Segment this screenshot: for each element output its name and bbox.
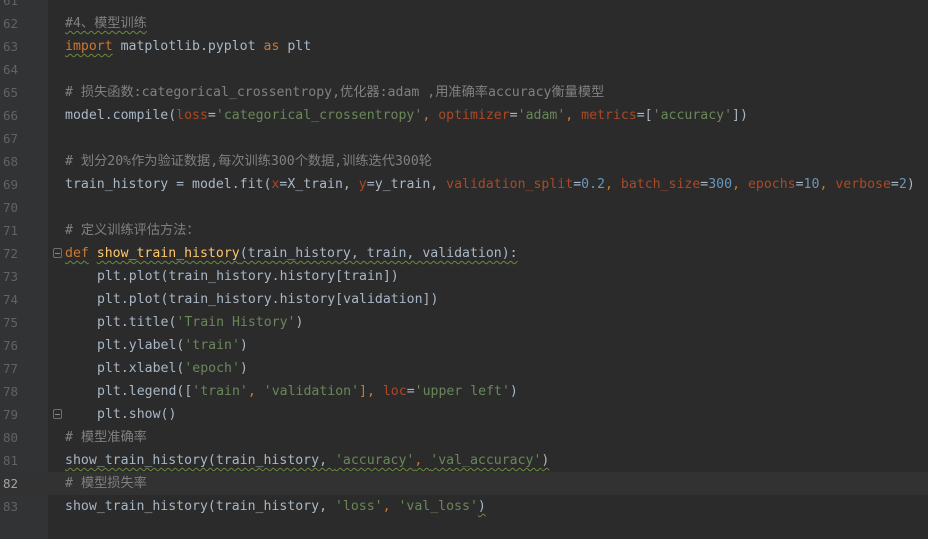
code-line[interactable]: 69 train_history = model.fit(x=X_train, … <box>0 173 928 196</box>
code-text: plt.legend(['train', 'validation'], loc=… <box>97 384 518 399</box>
code-line[interactable]: 74 plt.plot(train_history.history[valida… <box>0 288 928 311</box>
code-text: # 模型准确率 <box>65 430 147 445</box>
line-number: 82 <box>2 476 18 491</box>
line-number: 79 <box>2 407 18 422</box>
line-number: 70 <box>2 200 18 215</box>
code-line[interactable]: 67 <box>0 127 928 150</box>
line-number: 73 <box>2 269 18 284</box>
code-text: plt.plot(train_history.history[train]) <box>97 269 399 284</box>
code-text: plt.plot(train_history.history[validatio… <box>97 292 439 307</box>
code-text: # 损失函数:categorical_crossentropy,优化器:adam… <box>65 85 605 100</box>
code-line[interactable]: 72 def show_train_history(train_history,… <box>0 242 928 265</box>
code-line[interactable]: 79 plt.show() <box>0 403 928 426</box>
line-number: 63 <box>2 39 18 54</box>
line-number: 72 <box>2 246 18 261</box>
line-number: 74 <box>2 292 18 307</box>
code-text: plt.title('Train History') <box>97 315 304 330</box>
line-number: 75 <box>2 315 18 330</box>
code-text: model.compile(loss='categorical_crossent… <box>65 108 748 123</box>
current-code-line[interactable]: 82 # 模型损失率 <box>0 472 928 495</box>
code-text: show_train_history(train_history, 'accur… <box>65 453 550 468</box>
code-line[interactable]: 77 plt.xlabel('epoch') <box>0 357 928 380</box>
code-text: plt.xlabel('epoch') <box>97 361 248 376</box>
fold-toggle-icon[interactable] <box>53 248 62 258</box>
code-text: # 划分20%作为验证数据,每次训练300个数据,训练迭代300轮 <box>65 154 432 169</box>
line-number: 80 <box>2 430 18 445</box>
code-line[interactable]: 70 <box>0 196 928 219</box>
code-text: plt.ylabel('train') <box>97 338 248 353</box>
line-number: 67 <box>2 131 18 146</box>
code-line[interactable]: 81 show_train_history(train_history, 'ac… <box>0 449 928 472</box>
code-line[interactable]: 73 plt.plot(train_history.history[train]… <box>0 265 928 288</box>
code-line[interactable]: 66 model.compile(loss='categorical_cross… <box>0 104 928 127</box>
line-number: 71 <box>2 223 18 238</box>
code-text: plt.show() <box>97 407 177 422</box>
line-number: 77 <box>2 361 18 376</box>
line-number: 66 <box>2 108 18 123</box>
code-editor[interactable]: 61 62 #4、模型训练 63 import matplotlib.pyplo… <box>0 0 928 539</box>
line-number: 64 <box>2 62 18 77</box>
line-number: 68 <box>2 154 18 169</box>
code-line[interactable]: 64 <box>0 58 928 81</box>
code-text: show_train_history(train_history, 'loss'… <box>65 499 486 514</box>
line-number: 62 <box>2 16 18 31</box>
fold-toggle-icon[interactable] <box>53 409 62 419</box>
code-line[interactable]: 61 <box>0 0 928 12</box>
line-number: 83 <box>2 499 18 514</box>
code-line[interactable]: 78 plt.legend(['train', 'validation'], l… <box>0 380 928 403</box>
code-text: import matplotlib.pyplot as plt <box>65 39 312 54</box>
code-line[interactable]: 75 plt.title('Train History') <box>0 311 928 334</box>
line-number: 78 <box>2 384 18 399</box>
line-number: 76 <box>2 338 18 353</box>
code-line[interactable]: 80 # 模型准确率 <box>0 426 928 449</box>
code-line[interactable]: 63 import matplotlib.pyplot as plt <box>0 35 928 58</box>
code-text: def show_train_history(train_history, tr… <box>65 246 518 261</box>
line-number: 69 <box>2 177 18 192</box>
code-line[interactable]: 65 # 损失函数:categorical_crossentropy,优化器:a… <box>0 81 928 104</box>
code-line[interactable]: 83 show_train_history(train_history, 'lo… <box>0 495 928 518</box>
code-text: #4、模型训练 <box>65 16 147 31</box>
line-number: 81 <box>2 453 18 468</box>
line-number: 65 <box>2 85 18 100</box>
line-number: 61 <box>2 0 18 8</box>
code-text: # 定义训练评估方法： <box>65 223 200 238</box>
code-line[interactable]: 71 # 定义训练评估方法： <box>0 219 928 242</box>
code-line[interactable]: 76 plt.ylabel('train') <box>0 334 928 357</box>
code-text: # 模型损失率 <box>65 476 147 491</box>
code-line[interactable]: 68 # 划分20%作为验证数据,每次训练300个数据,训练迭代300轮 <box>0 150 928 173</box>
code-line[interactable]: 62 #4、模型训练 <box>0 12 928 35</box>
code-text: train_history = model.fit(x=X_train, y=y… <box>65 177 915 192</box>
